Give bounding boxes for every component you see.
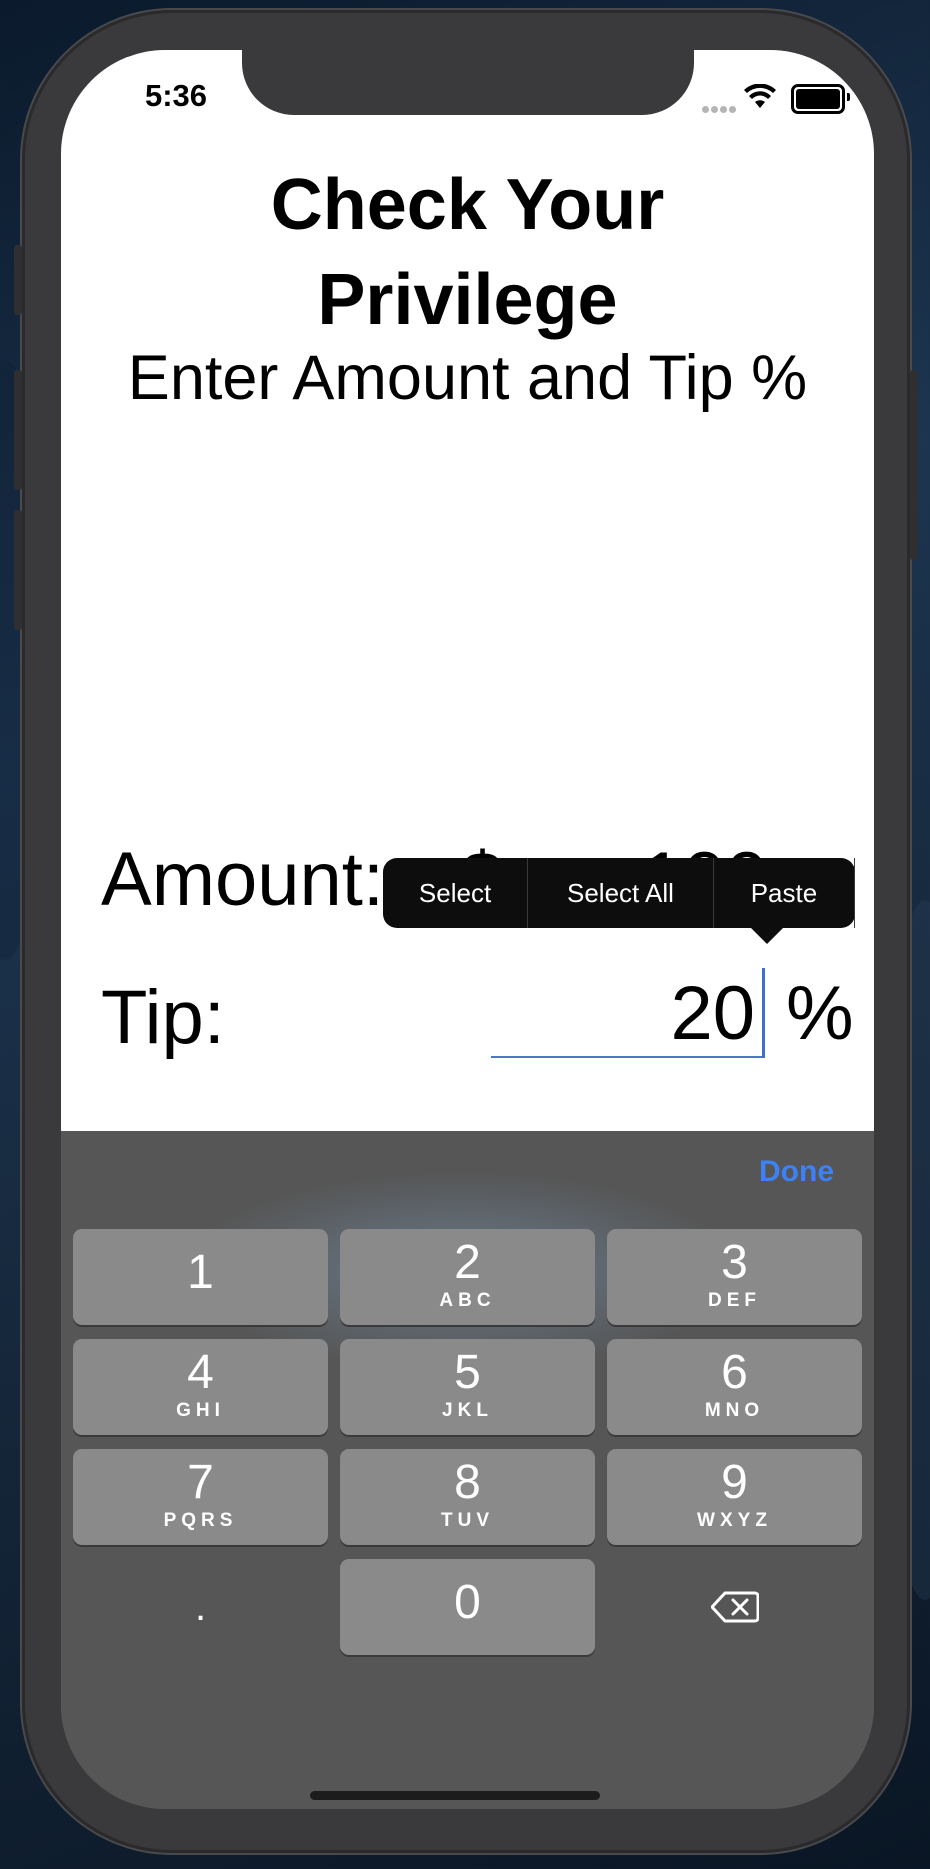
key-5[interactable]: 5 JKL [340,1339,595,1435]
wifi-icon [744,84,776,108]
tip-input[interactable]: 20 [491,960,765,1058]
key-letters: DEF [708,1290,761,1311]
key-digit: 5 [454,1346,481,1399]
menu-select[interactable]: Select [383,858,529,928]
status-time: 5:36 [144,78,208,113]
tip-label: Tip: [101,975,225,1060]
key-8[interactable]: 8 TUV [340,1449,595,1545]
done-button[interactable]: Done [759,1155,834,1189]
key-0[interactable]: 0 [340,1559,595,1655]
mute-switch [14,245,22,315]
decimal-label: . [194,1585,207,1629]
key-digit: 1 [187,1246,214,1299]
numeric-keyboard: Done 1 2 ABC 3 DEF 4 GHI 5 JKL 6 MNO 7 P… [61,1131,874,1809]
volume-down-button [14,510,22,630]
key-6[interactable]: 6 MNO [607,1339,862,1435]
key-letters: MNO [704,1400,765,1421]
key-digit: 3 [721,1236,748,1289]
power-button [910,370,918,560]
key-letters: JKL [442,1400,493,1421]
amount-label: Amount: [101,837,385,922]
page-title: Check Your Privilege [61,158,874,348]
delete-key[interactable] [607,1559,862,1655]
key-7[interactable]: 7 PQRS [73,1449,328,1545]
key-3[interactable]: 3 DEF [607,1229,862,1325]
title-line-1: Check Your [270,165,665,245]
battery-icon [791,84,850,114]
key-digit: 7 [187,1456,214,1509]
percent-symbol: % [786,971,854,1056]
key-letters: GHI [176,1400,225,1421]
tip-value: 20 [670,971,755,1056]
key-2[interactable]: 2 ABC [340,1229,595,1325]
volume-up-button [14,370,22,490]
cellular-signal-icon [702,100,742,113]
backspace-icon [710,1591,759,1623]
app-content: 5:36 Check Your Privilege Enter Amount a… [61,50,874,1131]
screen: 5:36 Check Your Privilege Enter Amount a… [61,50,874,1809]
key-digit: 4 [187,1346,214,1399]
key-digit: 8 [454,1456,481,1509]
title-line-2: Privilege [317,260,618,340]
menu-paste[interactable]: Paste [714,858,855,928]
text-caret [762,968,765,1058]
key-digit: 9 [721,1456,748,1509]
key-letters: ABC [439,1290,496,1311]
edit-menu: Select Select All Paste [383,858,855,944]
menu-select-all[interactable]: Select All [528,858,714,928]
key-letters: TUV [441,1510,494,1531]
key-decimal[interactable]: . [73,1559,328,1655]
key-9[interactable]: 9 WXYZ [607,1449,862,1545]
menu-pointer [749,926,785,944]
home-indicator [310,1791,600,1800]
key-4[interactable]: 4 GHI [73,1339,328,1435]
key-letters: WXYZ [697,1510,772,1531]
key-letters: PQRS [163,1510,238,1531]
key-digit: 2 [454,1236,481,1289]
notch [242,50,694,115]
key-1[interactable]: 1 [73,1229,328,1325]
key-digit: 6 [721,1346,748,1399]
key-digit: 0 [454,1576,481,1629]
subtitle: Enter Amount and Tip % [127,343,808,413]
